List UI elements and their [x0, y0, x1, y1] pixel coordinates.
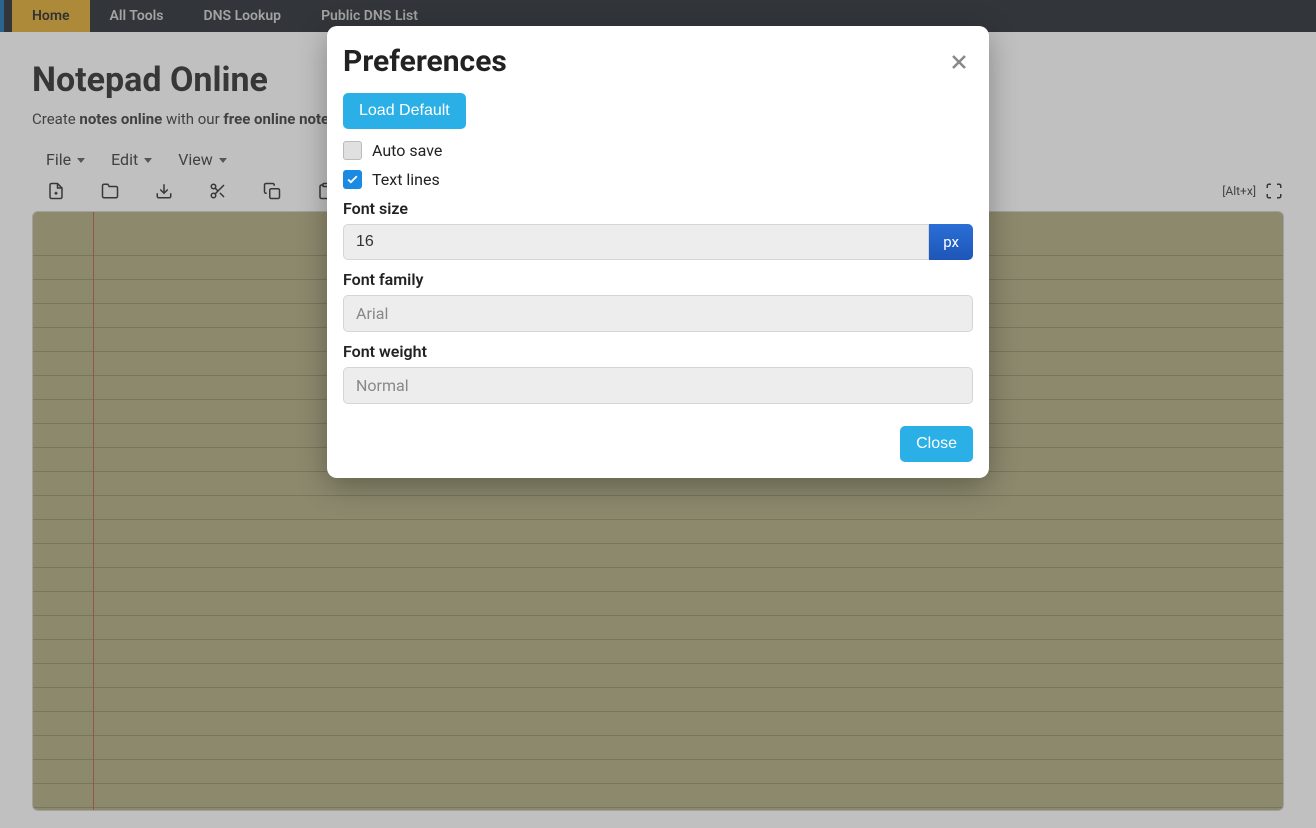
text-lines-label: Text lines [372, 170, 440, 189]
close-icon[interactable] [945, 48, 973, 76]
font-family-label: Font family [343, 270, 973, 289]
text-lines-row[interactable]: Text lines [343, 170, 973, 189]
modal-title: Preferences [343, 44, 507, 79]
close-button[interactable]: Close [900, 426, 973, 462]
font-weight-select[interactable]: Normal [343, 367, 973, 404]
font-size-unit: px [929, 224, 973, 260]
text-lines-checkbox[interactable] [343, 170, 362, 189]
load-default-button[interactable]: Load Default [343, 93, 466, 129]
auto-save-label: Auto save [372, 141, 442, 160]
font-weight-label: Font weight [343, 342, 973, 361]
preferences-modal: Preferences Load Default Auto save Text … [327, 26, 989, 478]
font-family-select[interactable]: Arial [343, 295, 973, 332]
font-size-label: Font size [343, 199, 973, 218]
auto-save-checkbox[interactable] [343, 141, 362, 160]
font-size-input[interactable] [343, 224, 929, 260]
auto-save-row[interactable]: Auto save [343, 141, 973, 160]
